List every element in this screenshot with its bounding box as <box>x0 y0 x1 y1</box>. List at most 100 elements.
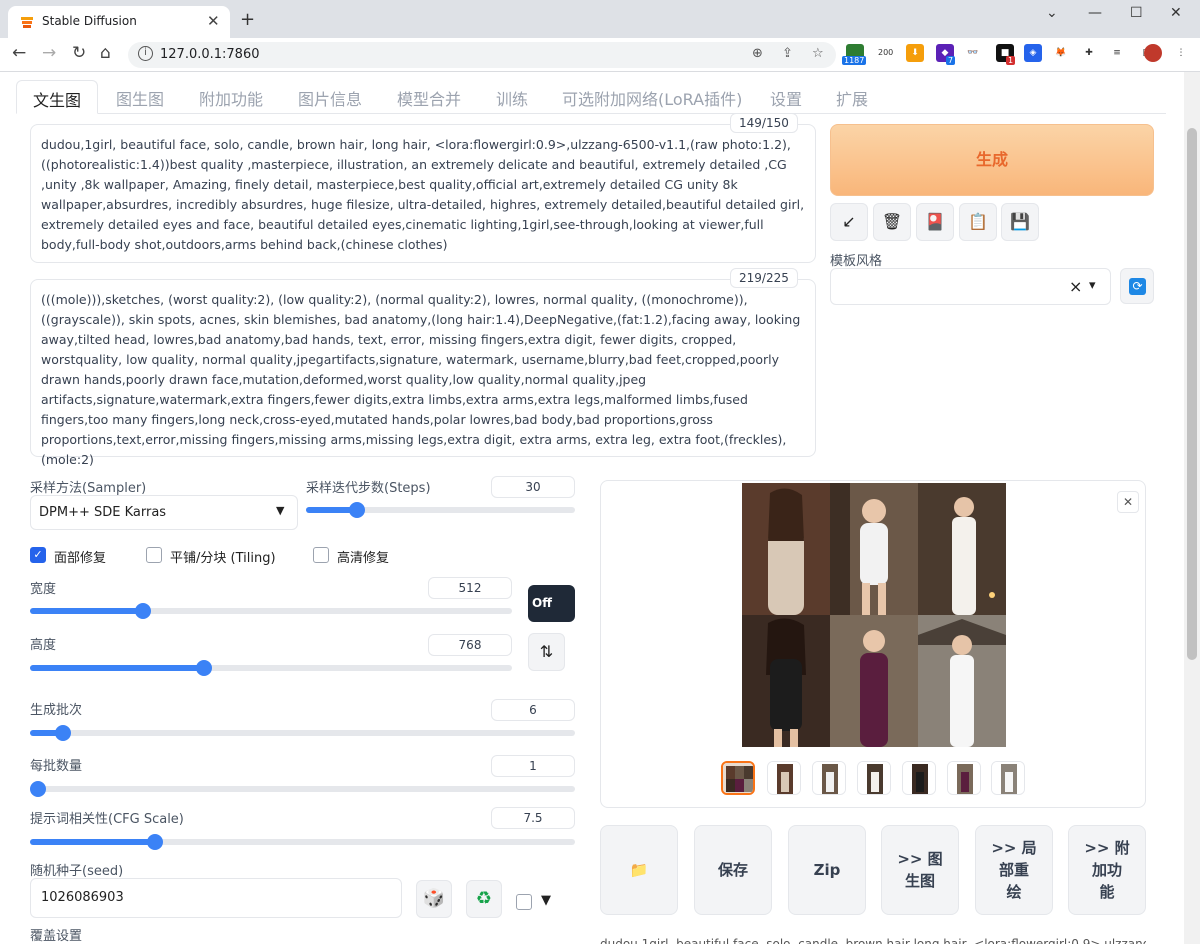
tiling-checkbox[interactable] <box>146 547 162 563</box>
tab-extras[interactable]: 附加功能 <box>199 80 263 114</box>
clipboard-icon[interactable]: 📋 <box>959 203 997 241</box>
height-slider-thumb[interactable] <box>196 660 212 676</box>
gallery-thumb-grid[interactable] <box>721 761 755 795</box>
face-restore-checkbox[interactable]: ✓ <box>30 547 46 563</box>
scrollbar-thumb[interactable] <box>1187 128 1197 660</box>
tab-close-icon[interactable]: ✕ <box>207 12 220 30</box>
steps-slider-thumb[interactable] <box>349 502 365 518</box>
width-slider-thumb[interactable] <box>135 603 151 619</box>
page-scrollbar[interactable] <box>1184 72 1200 944</box>
read-params-arrow-icon[interactable]: ↙ <box>830 203 868 241</box>
output-image-1[interactable] <box>742 483 830 615</box>
tab-txt2img[interactable]: 文生图 <box>16 80 99 114</box>
tab-settings[interactable]: 设置 <box>770 80 802 114</box>
cfg-slider-thumb[interactable] <box>147 834 163 850</box>
output-image-5[interactable] <box>830 615 918 747</box>
reload-icon[interactable]: ↻ <box>72 43 86 63</box>
height-slider-fill <box>30 665 204 671</box>
url-text[interactable]: 127.0.0.1:7860 <box>160 47 260 62</box>
save-style-disk-icon[interactable]: 💾 <box>1001 203 1039 241</box>
height-number-input[interactable]: 768 <box>428 634 512 656</box>
send-to-img2img-button[interactable]: >> 图 生图 <box>881 825 959 915</box>
sampler-dropdown[interactable]: DPM++ SDE Karras ▼ <box>30 495 298 530</box>
share-icon[interactable]: ⇪ <box>782 46 793 61</box>
dice-icon[interactable]: 🎲 <box>416 880 452 918</box>
refresh-styles-button[interactable]: ⟳ <box>1120 268 1154 304</box>
extra-seed-triangle-icon[interactable]: ▼ <box>541 893 551 908</box>
width-number-input[interactable]: 512 <box>428 577 512 599</box>
output-image-grid[interactable] <box>742 483 1006 747</box>
minimize-icon[interactable]: — <box>1088 5 1102 21</box>
bookmark-star-icon[interactable]: ☆ <box>812 46 824 61</box>
reading-list-icon[interactable]: ≡ <box>1108 44 1126 62</box>
steps-number-input[interactable]: 30 <box>491 476 575 498</box>
gallery-thumb-2[interactable] <box>812 761 846 795</box>
hires-fix-checkbox[interactable] <box>313 547 329 563</box>
tab-png-info[interactable]: 图片信息 <box>298 80 362 114</box>
site-info-icon[interactable]: i <box>138 46 153 61</box>
positive-prompt-textarea[interactable]: dudou,1girl, beautiful face, solo, candl… <box>30 124 816 263</box>
negative-prompt-textarea[interactable]: (((mole))),sketches, (worst quality:2), … <box>30 279 816 467</box>
browser-tab[interactable]: Stable Diffusion ✕ <box>8 6 230 38</box>
tab-train[interactable]: 训练 <box>496 80 528 114</box>
omnibox[interactable]: i 127.0.0.1:7860 ⊕ ⇪ ☆ <box>128 42 836 68</box>
off-toggle-button[interactable]: Off <box>528 585 575 622</box>
back-icon[interactable]: ← <box>12 43 26 63</box>
new-tab-icon[interactable]: + <box>240 9 255 30</box>
tab-img2img[interactable]: 图生图 <box>116 80 164 114</box>
tab-extensions[interactable]: 扩展 <box>836 80 868 114</box>
extra-seed-checkbox[interactable] <box>516 894 532 910</box>
tab-checkpoint-merger[interactable]: 模型合并 <box>397 80 461 114</box>
gallery-thumb-5[interactable] <box>947 761 981 795</box>
output-image-2[interactable] <box>830 483 918 615</box>
extension-icon-5[interactable]: 👓 <box>964 44 982 62</box>
tab-additional-networks[interactable]: 可选附加网络(LoRA插件) <box>562 80 742 114</box>
extra-networks-card-icon[interactable]: 🎴 <box>916 203 954 241</box>
width-slider[interactable] <box>30 603 512 619</box>
chevron-down-icon[interactable]: ▾ <box>1089 278 1096 293</box>
send-to-extras-button[interactable]: >> 附 加功 能 <box>1068 825 1146 915</box>
send-to-inpaint-button[interactable]: >> 局 部重 绘 <box>975 825 1053 915</box>
clear-icon[interactable]: × <box>1069 277 1082 296</box>
gallery-thumb-3[interactable] <box>857 761 891 795</box>
output-image-6[interactable] <box>918 615 1006 747</box>
cfg-slider[interactable] <box>30 834 575 850</box>
close-window-icon[interactable]: ✕ <box>1170 5 1182 21</box>
home-icon[interactable]: ⌂ <box>100 43 111 63</box>
gallery-thumb-4[interactable] <box>902 761 936 795</box>
steps-slider[interactable] <box>306 502 575 518</box>
gallery-thumb-6[interactable] <box>991 761 1025 795</box>
output-image-1-art <box>742 483 830 615</box>
height-slider[interactable] <box>30 660 512 676</box>
cfg-input[interactable]: 7.5 <box>491 807 575 829</box>
forward-icon[interactable]: → <box>42 43 56 63</box>
batch-count-slider-thumb[interactable] <box>55 725 71 741</box>
seed-input[interactable]: 1026086903 <box>30 878 402 918</box>
extensions-puzzle-icon[interactable]: ✚ <box>1080 44 1098 62</box>
open-folder-button[interactable]: 📁 <box>600 825 678 915</box>
output-image-4[interactable] <box>742 615 830 747</box>
trash-icon[interactable]: 🗑 <box>873 203 911 241</box>
batch-count-slider[interactable] <box>30 725 575 741</box>
extension-icon-3[interactable]: ⬇ <box>906 44 924 62</box>
metamask-icon[interactable]: 🦊 <box>1052 44 1070 62</box>
browser-menu-icon[interactable]: ⋮ <box>1172 44 1190 62</box>
output-image-3[interactable] <box>918 483 1006 615</box>
gallery-thumb-1[interactable] <box>767 761 801 795</box>
batch-size-slider[interactable] <box>30 781 575 797</box>
zip-button[interactable]: Zip <box>788 825 866 915</box>
zoom-icon[interactable]: ⊕ <box>752 46 763 61</box>
generate-button[interactable]: 生成 <box>830 124 1154 196</box>
style-dropdown[interactable]: × ▾ <box>830 268 1111 305</box>
batch-count-input[interactable]: 6 <box>491 699 575 721</box>
close-gallery-icon[interactable]: ✕ <box>1117 491 1139 513</box>
maximize-icon[interactable]: ☐ <box>1130 5 1143 21</box>
swap-dimensions-icon[interactable]: ⇅ <box>528 633 565 671</box>
save-button[interactable]: 保存 <box>694 825 772 915</box>
tab-search-icon[interactable]: ⌄ <box>1046 5 1058 21</box>
batch-size-slider-thumb[interactable] <box>30 781 46 797</box>
profile-avatar-icon[interactable] <box>1144 44 1162 62</box>
recycle-icon[interactable]: ♻ <box>466 880 502 918</box>
batch-size-input[interactable]: 1 <box>491 755 575 777</box>
extension-icon-7[interactable]: ◈ <box>1024 44 1042 62</box>
